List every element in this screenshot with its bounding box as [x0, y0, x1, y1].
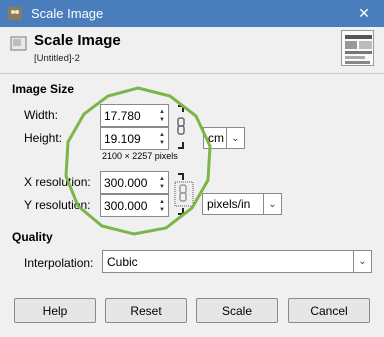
scale-image-icon — [10, 36, 27, 51]
cancel-button-label: Cancel — [310, 303, 348, 318]
scale-button-label: Scale — [221, 303, 253, 318]
height-label: Height: — [24, 131, 63, 145]
chevron-down-icon: ⌄ — [263, 194, 281, 214]
reset-button[interactable]: Reset — [105, 298, 187, 323]
dialog-title: Scale Image — [34, 32, 121, 49]
reset-button-label: Reset — [130, 303, 162, 318]
image-thumbnail — [341, 30, 374, 66]
help-button[interactable]: Help — [14, 298, 96, 323]
interpolation-value: Cubic — [107, 254, 138, 269]
close-button[interactable]: ✕ — [344, 0, 384, 27]
chevron-down-icon: ⌄ — [226, 128, 244, 148]
dialog-header: Scale Image [Untitled]-2 — [0, 27, 384, 71]
cancel-button[interactable]: Cancel — [288, 298, 370, 323]
image-name: [Untitled]-2 — [34, 53, 80, 64]
annotation-circle — [64, 86, 212, 236]
title-bar: Scale Image ✕ — [0, 0, 384, 27]
scale-button[interactable]: Scale — [196, 298, 278, 323]
gimp-app-icon — [8, 7, 22, 20]
help-button-label: Help — [42, 303, 68, 318]
resolution-unit-select[interactable]: pixels/in ⌄ — [202, 193, 282, 215]
chevron-down-icon: ⌄ — [353, 251, 371, 272]
interpolation-select[interactable]: Cubic ⌄ — [102, 250, 372, 273]
header-separator — [0, 73, 384, 74]
quality-heading: Quality — [12, 230, 53, 244]
window-title: Scale Image — [31, 6, 104, 21]
close-icon: ✕ — [358, 5, 370, 21]
width-label: Width: — [24, 108, 59, 122]
interpolation-label: Interpolation: — [24, 256, 94, 270]
